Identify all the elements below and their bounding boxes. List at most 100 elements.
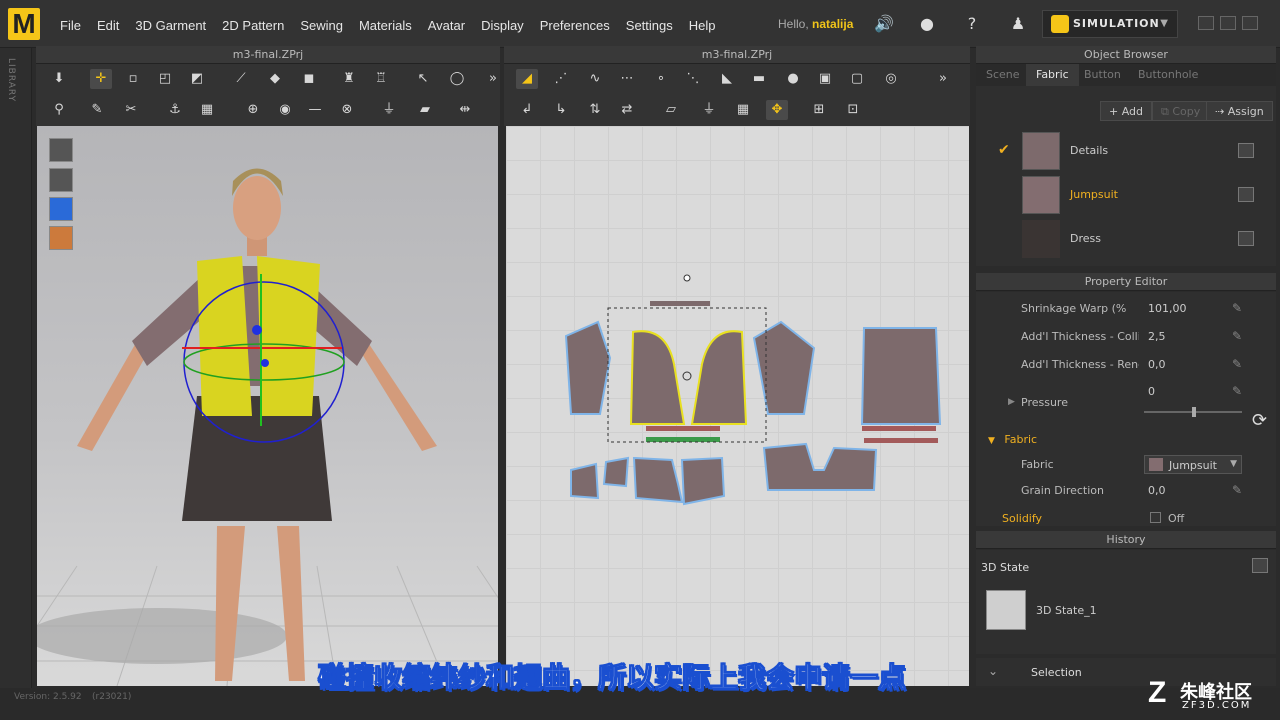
line-icon[interactable]: — (304, 100, 326, 120)
select-mesh-icon[interactable]: ◰ (154, 69, 176, 89)
menu-edit[interactable]: Edit (89, 18, 127, 33)
chevron-down-icon[interactable]: ▼ (1160, 11, 1169, 37)
zipper-icon[interactable]: ⊗ (336, 100, 358, 120)
texture-icon[interactable]: ▦ (196, 100, 218, 120)
lasso-icon[interactable]: ◯ (446, 69, 468, 89)
transform-icon[interactable]: ✛ (90, 69, 112, 89)
save-state-icon[interactable] (1252, 558, 1268, 573)
edit-icon[interactable]: ✎ (1232, 384, 1242, 398)
edit-icon[interactable]: ✎ (1232, 483, 1242, 497)
section-solidify[interactable]: Solidify (1002, 512, 1042, 525)
avatar-tool-icon[interactable]: ♟ (1008, 14, 1028, 34)
section-fabric[interactable]: ▼ Fabric (980, 433, 1037, 446)
polygon-icon[interactable]: ◣ (716, 69, 738, 89)
check-seam-icon[interactable]: ⇅ (584, 100, 606, 120)
tack-icon[interactable]: ⏚ (378, 100, 400, 120)
free-seam-icon[interactable]: ↳ (550, 100, 572, 120)
measure-icon[interactable]: ◼ (298, 69, 320, 89)
fold-icon[interactable]: ◆ (264, 69, 286, 89)
steam-icon[interactable]: ✂ (120, 100, 142, 120)
menu-help[interactable]: Help (681, 18, 724, 33)
menu-sewing[interactable]: Sewing (292, 18, 351, 33)
prop-value[interactable]: 2,5 (1148, 330, 1166, 343)
state-thumbnail[interactable] (986, 590, 1026, 630)
edit-icon[interactable]: ✎ (1232, 357, 1242, 371)
close-button[interactable] (1242, 16, 1258, 30)
menu-display[interactable]: Display (473, 18, 532, 33)
select-box-icon[interactable]: ▫ (122, 69, 144, 89)
save-fabric-icon[interactable] (1238, 143, 1254, 158)
edit-point-icon[interactable]: ◩ (186, 69, 208, 89)
menu-settings[interactable]: Settings (618, 18, 681, 33)
tape-icon[interactable]: ↖ (412, 69, 434, 89)
internal-circle-icon[interactable]: ◎ (880, 69, 902, 89)
tab-buttonhole[interactable]: Buttonhole (1128, 64, 1208, 86)
fabric-item-details[interactable]: ✔ Details (990, 132, 1260, 172)
2d-viewport[interactable] (506, 126, 969, 686)
prop-value[interactable]: 0,0 (1148, 358, 1166, 371)
minimize-button[interactable] (1198, 16, 1214, 30)
user-icon[interactable]: ● (917, 14, 937, 34)
segment-seam-icon[interactable]: ⇄ (616, 100, 638, 120)
pressure-slider-handle[interactable] (1192, 407, 1196, 417)
brush-icon[interactable]: ✎ (86, 100, 108, 120)
simulation-button[interactable]: SIMULATION ▼ (1042, 10, 1178, 38)
topstitch-icon[interactable]: ▱ (660, 100, 682, 120)
chevron-right-icon[interactable]: ▶ (1008, 397, 1015, 407)
internal-rect-icon[interactable]: ▢ (846, 69, 868, 89)
maximize-button[interactable] (1220, 16, 1236, 30)
more-icon[interactable]: » (482, 69, 504, 89)
segment-icon[interactable]: ⋱ (682, 69, 704, 89)
sewing-line-icon[interactable]: ⊡ (842, 100, 864, 120)
add-button[interactable]: + Add (1100, 101, 1153, 121)
volume-icon[interactable]: 🔊 (874, 14, 894, 34)
save-fabric-icon[interactable] (1238, 231, 1254, 246)
puckering-icon[interactable]: ▰ (414, 100, 436, 120)
assign-button[interactable]: ⇢ Assign (1206, 101, 1273, 121)
help-icon[interactable]: ? (962, 14, 982, 34)
chevron-down-icon[interactable]: ⌄ (988, 664, 998, 678)
menu-2d-pattern[interactable]: 2D Pattern (214, 18, 292, 33)
edit-icon[interactable]: ✎ (1232, 329, 1242, 343)
solidify-checkbox[interactable] (1150, 512, 1161, 523)
menu-materials[interactable]: Materials (351, 18, 420, 33)
avatar-measure-icon[interactable]: ♖ (370, 69, 392, 89)
graphic-icon[interactable]: ✥ (766, 100, 788, 120)
texture-2d-icon[interactable]: ▦ (732, 100, 754, 120)
3d-viewport[interactable] (37, 126, 498, 686)
prop-value[interactable]: 0,0 (1148, 484, 1166, 497)
tab-button[interactable]: Button (1074, 64, 1131, 86)
button-icon[interactable]: ⊕ (242, 100, 264, 120)
edit-pattern-icon[interactable]: ⋰ (550, 69, 572, 89)
attach-icon[interactable]: ⚓ (164, 100, 186, 120)
pattern-transform-icon[interactable]: ◢ (516, 69, 538, 89)
copy-button[interactable]: ⧉ Copy (1152, 101, 1210, 121)
fabric-item-dress[interactable]: Dress (990, 220, 1260, 260)
prop-value[interactable]: 101,00 (1148, 302, 1187, 315)
menu-preferences[interactable]: Preferences (532, 18, 618, 33)
seam-icon[interactable]: ↲ (516, 100, 538, 120)
fabric-select[interactable]: Jumpsuit ▼ (1144, 455, 1242, 474)
notch-icon[interactable]: ⊞ (808, 100, 830, 120)
save-fabric-icon[interactable] (1238, 187, 1254, 202)
add-point-icon[interactable]: ⋯ (616, 69, 638, 89)
arrange-icon[interactable]: ⇹ (454, 100, 476, 120)
rectangle-icon[interactable]: ▬ (748, 69, 770, 89)
internal-polygon-icon[interactable]: ▣ (814, 69, 836, 89)
tab-fabric[interactable]: Fabric (1026, 64, 1079, 86)
walk-icon[interactable]: ⚲ (48, 100, 70, 120)
library-strip[interactable]: LIBRARY (0, 48, 32, 688)
pin-icon[interactable]: ⟋ (230, 69, 252, 89)
fold-arrange-icon[interactable]: ⏚ (698, 100, 720, 120)
menu-file[interactable]: File (52, 18, 89, 33)
edit-curvature-icon[interactable]: ∿ (584, 69, 606, 89)
garment-icon[interactable]: ♜ (338, 69, 360, 89)
menu-avatar[interactable]: Avatar (420, 18, 473, 33)
cut-icon[interactable]: ∘ (650, 69, 672, 89)
move-icon[interactable]: ⬇ (48, 69, 70, 89)
circle-icon[interactable]: ● (782, 69, 804, 89)
tab-scene[interactable]: Scene (976, 64, 1030, 86)
menu-3d-garment[interactable]: 3D Garment (127, 18, 214, 33)
prop-value[interactable]: 0 (1148, 385, 1155, 398)
buttonhole-icon[interactable]: ◉ (274, 100, 296, 120)
